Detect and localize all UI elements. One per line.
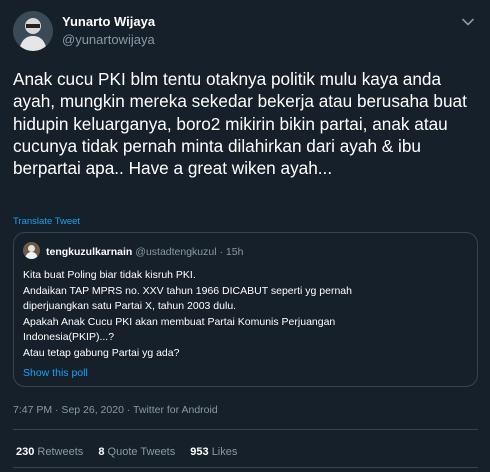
- retweets-stat[interactable]: 230 Retweets: [16, 446, 83, 458]
- divider: [13, 429, 478, 430]
- likes-stat[interactable]: 953 Likes: [190, 446, 237, 458]
- quote-tweets-label: Quote Tweets: [107, 446, 176, 458]
- quoted-tweet[interactable]: tengkuzulkarnain @ustadtengkuzul · 15h K…: [13, 232, 478, 387]
- quoted-line: Atau tetap gabung Partai yg ada?: [23, 346, 180, 359]
- quoted-line: diperjuangkan satu Partai X, tahun 2003 …: [23, 300, 237, 312]
- quoted-time[interactable]: 15h: [226, 246, 244, 258]
- likes-label: Likes: [211, 446, 238, 458]
- quoted-text: Kita buat Poling biar tidak kisruh PKI. …: [23, 268, 463, 361]
- avatar[interactable]: [13, 11, 53, 51]
- quoted-separator: ·: [216, 246, 226, 258]
- retweets-label: Retweets: [37, 446, 84, 458]
- tweet-stats: 230 Retweets 8 Quote Tweets 953 Likes: [16, 446, 237, 458]
- quoted-author-name[interactable]: tengkuzulkarnain: [46, 246, 132, 258]
- quoted-avatar-image: [23, 242, 40, 259]
- quoted-author-handle[interactable]: @ustadtengkuzul: [135, 246, 216, 258]
- author-name[interactable]: Yunarto Wijaya: [62, 14, 155, 29]
- quoted-line: Apakah Anak Cucu PKI akan membuat Partai…: [23, 315, 336, 328]
- translate-tweet-link[interactable]: Translate Tweet: [13, 216, 80, 227]
- quoted-line: Indonesia(PKIP)...?: [23, 331, 115, 343]
- quoted-header: tengkuzulkarnain @ustadtengkuzul · 15h: [46, 246, 243, 258]
- chevron-down-icon[interactable]: [459, 13, 477, 31]
- quoted-avatar[interactable]: [23, 242, 40, 259]
- quote-tweets-count: 8: [98, 446, 105, 458]
- author-handle[interactable]: @yunartowijaya: [62, 32, 155, 47]
- divider: [13, 467, 478, 468]
- show-poll-link[interactable]: Show this poll: [23, 367, 88, 379]
- quoted-line: Kita buat Poling biar tidak kisruh PKI.: [23, 269, 196, 281]
- quote-tweets-stat[interactable]: 8 Quote Tweets: [98, 446, 175, 458]
- likes-count: 953: [190, 446, 209, 458]
- retweets-count: 230: [16, 446, 35, 458]
- tweet-card: Yunarto Wijaya @yunartowijaya Anak cucu …: [0, 0, 490, 472]
- tweet-timestamp[interactable]: 7:47 PM · Sep 26, 2020 · Twitter for And…: [13, 404, 218, 416]
- avatar-image: [13, 11, 53, 51]
- tweet-text: Anak cucu PKI blm tentu otaknya politik …: [13, 69, 467, 179]
- quoted-line: Andaikan TAP MPRS no. XXV tahun 1966 DIC…: [23, 284, 352, 297]
